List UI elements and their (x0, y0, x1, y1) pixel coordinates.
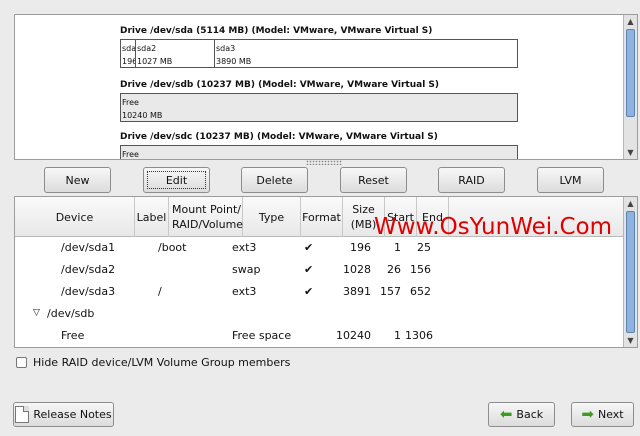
drive-sdc-title: Drive /dev/sdc (10237 MB) (Model: VMware… (120, 132, 438, 142)
table-header: Device Label Mount Point/ RAID/Volume Ty… (15, 197, 625, 237)
cell-end: 652 (410, 285, 431, 298)
cell-start: 26 (387, 263, 401, 276)
cell-start: 157 (380, 285, 401, 298)
next-button[interactable]: ➡ Next (571, 402, 634, 427)
cell-device: /dev/sda2 (61, 263, 116, 276)
format-check-icon: ✔ (304, 241, 314, 254)
cell-size: 196 (350, 241, 371, 254)
expander-down-icon[interactable]: ▽ (33, 308, 40, 318)
delete-button[interactable]: Delete (241, 167, 308, 193)
checkbox-box[interactable] (16, 357, 27, 368)
col-type[interactable]: Type (243, 197, 301, 237)
table-row-group[interactable]: ▽ /dev/sdb (15, 303, 625, 325)
col-size[interactable]: Size (MB) (343, 197, 385, 237)
hide-raid-lvm-checkbox[interactable]: Hide RAID device/LVM Volume Group member… (16, 356, 290, 369)
drive-sdb-bar[interactable]: Free 10240 MB (120, 93, 518, 122)
back-arrow-icon: ⬅ (499, 405, 513, 423)
cell-device: Free (61, 329, 85, 342)
partition-sda3[interactable]: sda3 3890 MB (215, 40, 517, 67)
hide-raid-lvm-label: Hide RAID device/LVM Volume Group member… (33, 356, 291, 369)
cell-device: /dev/sda3 (61, 285, 116, 298)
cell-end: 1306 (405, 329, 433, 342)
cell-size: 1028 (343, 263, 371, 276)
partition-table[interactable]: Device Label Mount Point/ RAID/Volume Ty… (14, 196, 638, 348)
scroll-thumb[interactable] (626, 29, 635, 117)
table-row[interactable]: Free Free space 10240 1 1306 (15, 325, 625, 347)
format-check-icon: ✔ (304, 285, 314, 298)
col-device[interactable]: Device (15, 197, 135, 237)
edit-button[interactable]: Edit (143, 167, 210, 193)
drive-sda: Drive /dev/sda (5114 MB) (Model: VMware,… (120, 26, 518, 68)
cell-type: ext3 (232, 285, 257, 298)
lvm-button[interactable]: LVM (537, 167, 604, 193)
format-check-icon: ✔ (304, 263, 314, 276)
scroll-down-icon[interactable]: ▼ (624, 334, 637, 347)
release-notes-button[interactable]: Release Notes (13, 402, 114, 427)
scroll-up-icon[interactable]: ▲ (624, 15, 637, 28)
drive-map-panel[interactable]: Drive /dev/sda (5114 MB) (Model: VMware,… (14, 14, 638, 160)
cell-device: /dev/sda1 (61, 241, 116, 254)
drive-sda-title: Drive /dev/sda (5114 MB) (Model: VMware,… (120, 26, 433, 36)
drive-sdc: Drive /dev/sdc (10237 MB) (Model: VMware… (120, 132, 518, 159)
drive-sda-bar[interactable]: sda 196 sda2 1027 MB sda3 3890 MB (120, 39, 518, 68)
col-label[interactable]: Label (135, 197, 169, 237)
next-arrow-icon: ➡ (581, 405, 594, 423)
drive-sdc-bar[interactable]: Free (120, 145, 518, 159)
cell-type: swap (232, 263, 261, 276)
cell-type: Free space (232, 329, 292, 342)
scroll-thumb[interactable] (626, 211, 635, 333)
table-row[interactable]: /dev/sda1 /boot ext3 ✔ 196 1 25 (15, 237, 625, 259)
table-row[interactable]: /dev/sda3 / ext3 ✔ 3891 157 652 (15, 281, 625, 303)
col-mount-point[interactable]: Mount Point/ RAID/Volume (169, 197, 243, 237)
partition-sda2[interactable]: sda2 1027 MB (136, 40, 215, 67)
new-button[interactable]: New (44, 167, 111, 193)
partition-sdc-free[interactable]: Free (121, 146, 517, 159)
cell-size: 3891 (343, 285, 371, 298)
drive-sdb-title: Drive /dev/sdb (10237 MB) (Model: VMware… (120, 80, 440, 90)
cell-type: ext3 (232, 241, 257, 254)
table-scrollbar[interactable]: ▲ ▼ (623, 197, 637, 347)
back-button[interactable]: ⬅ Back (488, 402, 555, 427)
drive-sdb: Drive /dev/sdb (10237 MB) (Model: VMware… (120, 80, 518, 122)
cell-size: 10240 (336, 329, 371, 342)
cell-start: 1 (394, 241, 401, 254)
cell-mount: /boot (158, 241, 187, 254)
col-format[interactable]: Format (301, 197, 343, 237)
col-start[interactable]: Start (385, 197, 417, 237)
drive-map-scrollbar[interactable]: ▲ ▼ (623, 15, 637, 159)
cell-mount: / (158, 285, 162, 298)
partition-sda1[interactable]: sda 196 (121, 40, 136, 67)
reset-button[interactable]: Reset (340, 167, 407, 193)
cell-end: 156 (410, 263, 431, 276)
document-icon (15, 406, 30, 423)
cell-end: 25 (417, 241, 431, 254)
col-end[interactable]: End (417, 197, 449, 237)
scroll-down-icon[interactable]: ▼ (624, 146, 637, 159)
cell-start: 1 (394, 329, 401, 342)
partition-sdb-free[interactable]: Free 10240 MB (121, 94, 517, 121)
scroll-up-icon[interactable]: ▲ (624, 197, 637, 210)
raid-button[interactable]: RAID (438, 167, 505, 193)
cell-device: /dev/sdb (47, 307, 95, 320)
table-row[interactable]: /dev/sda2 swap ✔ 1028 26 156 (15, 259, 625, 281)
pane-resize-grip[interactable] (306, 160, 342, 165)
